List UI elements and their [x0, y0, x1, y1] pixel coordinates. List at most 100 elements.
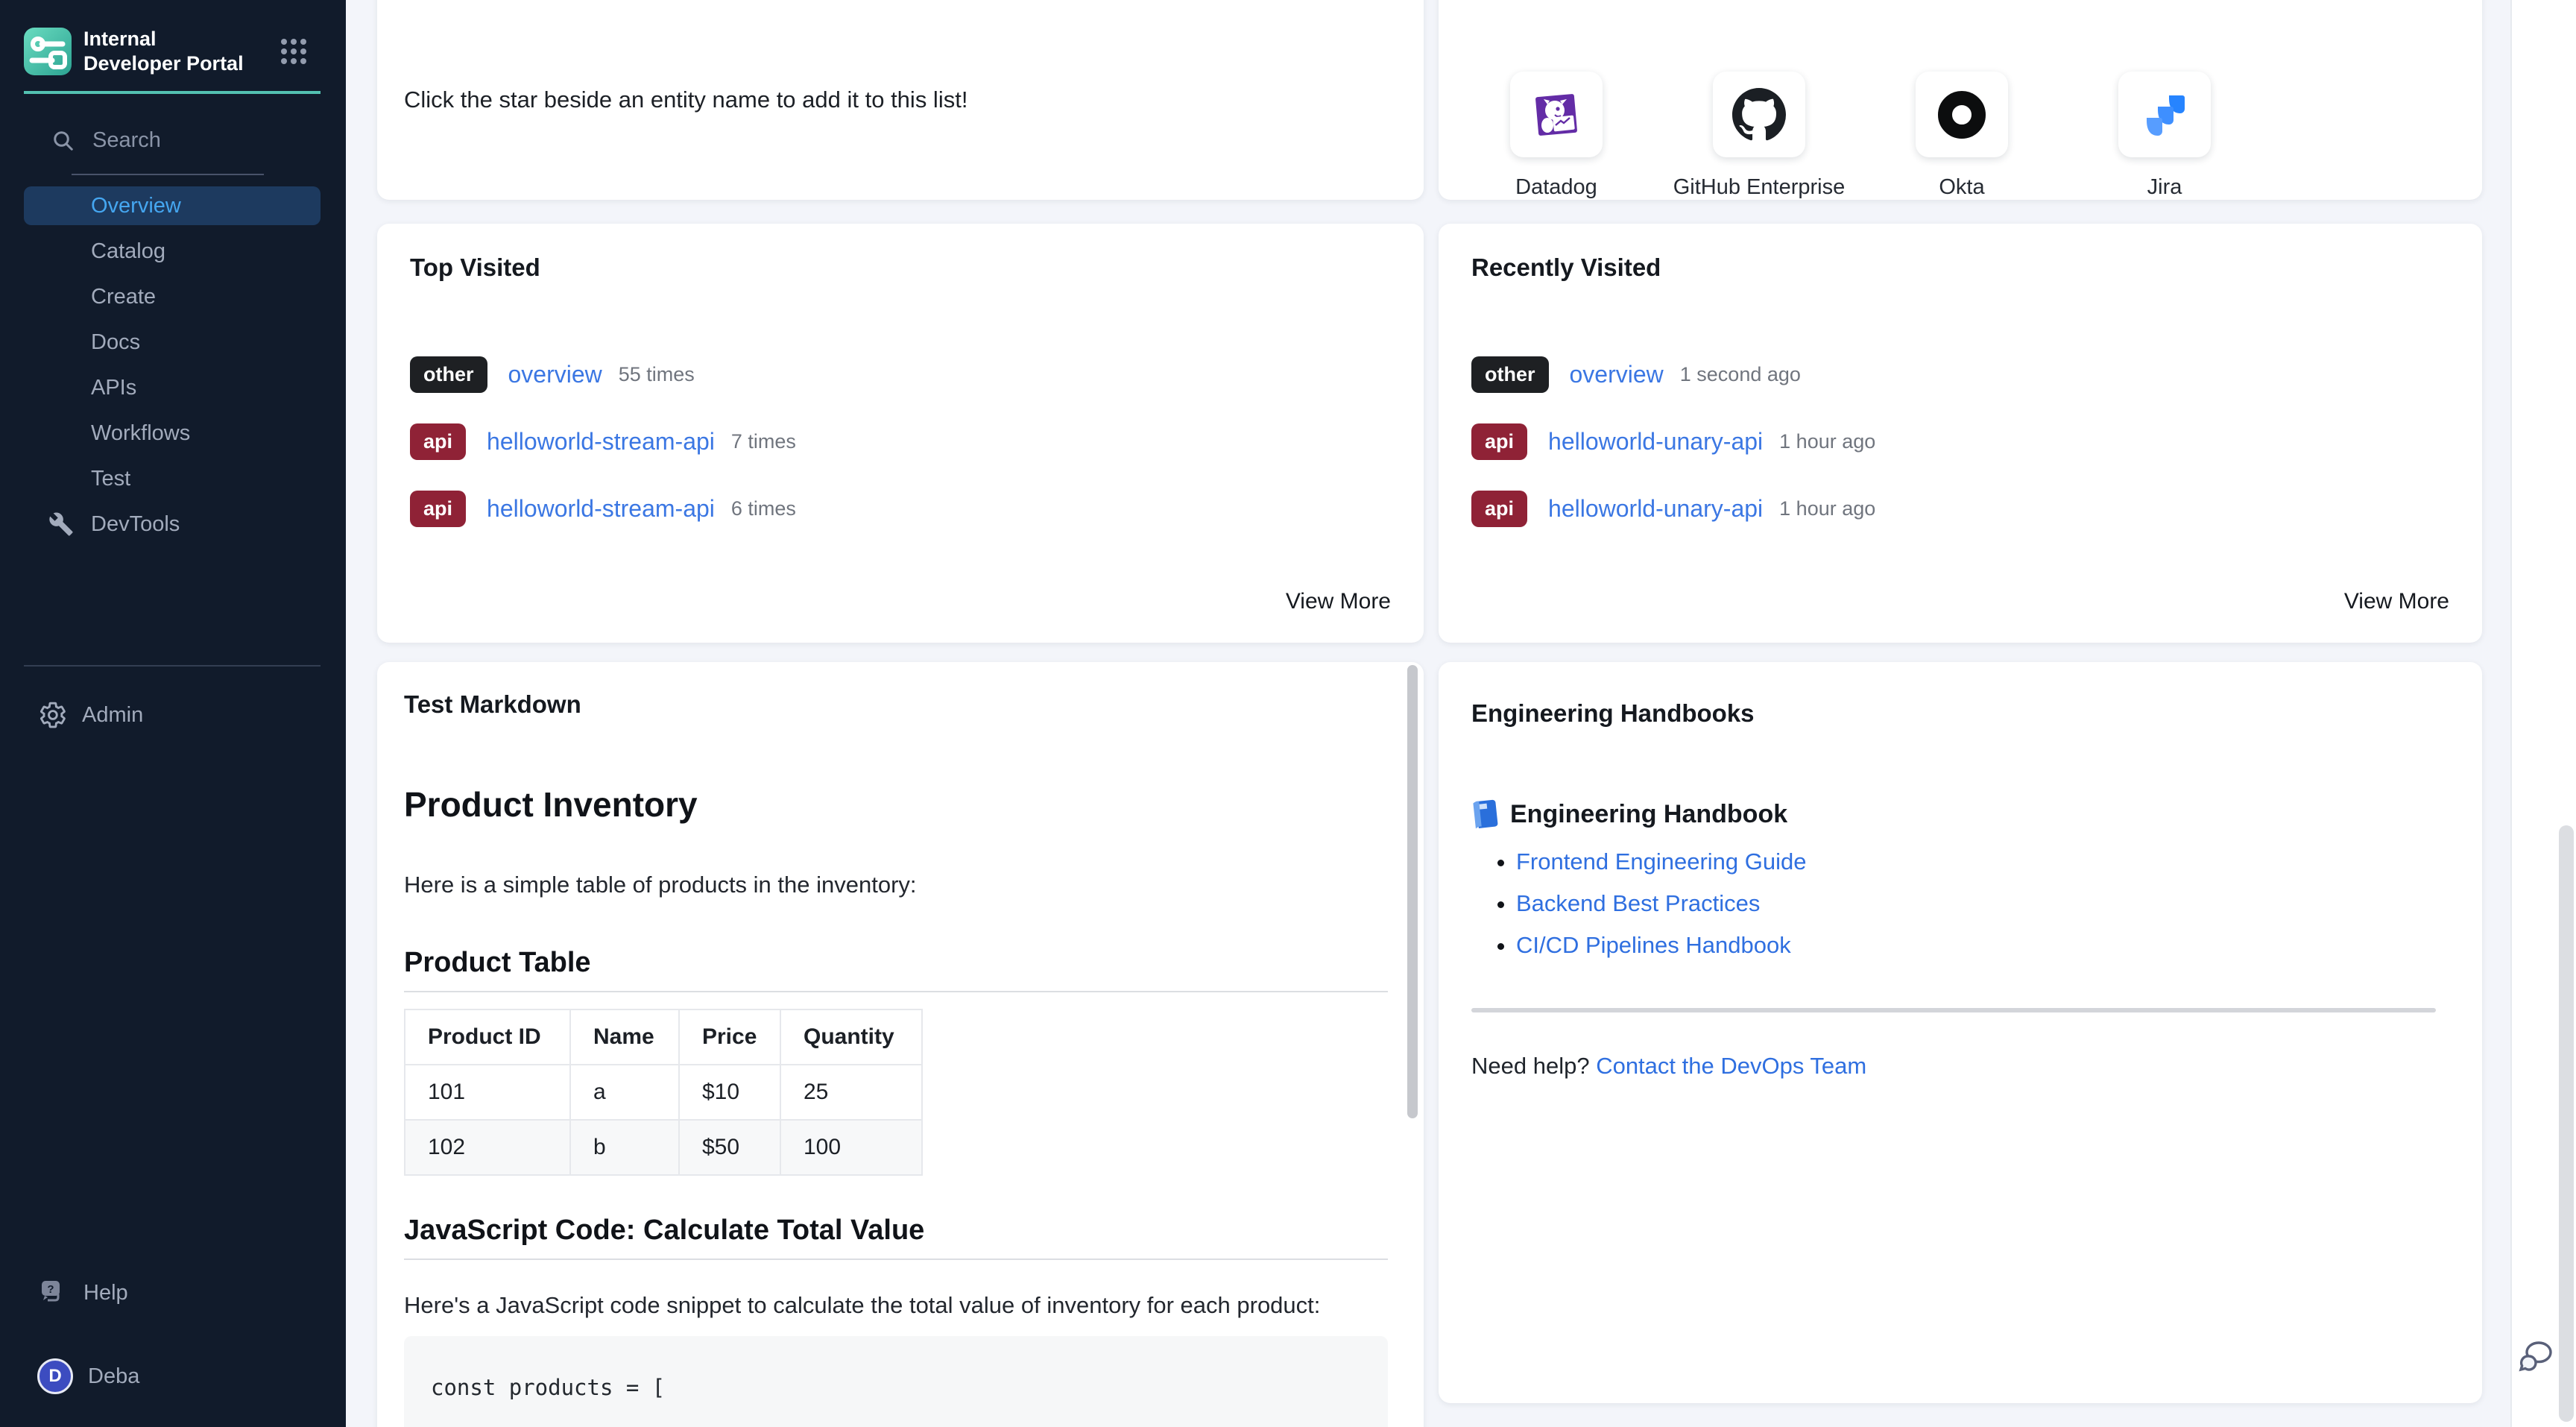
sidebar-item-label: DevTools: [91, 512, 180, 537]
view-more-link[interactable]: View More: [1286, 589, 1391, 614]
sidebar-nav: Overview Catalog Create Docs APIs Workfl…: [24, 186, 321, 544]
page-scrollbar-thumb[interactable]: [2559, 825, 2574, 1422]
entity-link[interactable]: helloworld-unary-api: [1548, 495, 1763, 523]
entity-link[interactable]: overview: [1570, 361, 1664, 388]
sidebar-item-label: Catalog: [91, 239, 165, 264]
integration-tile: [1713, 72, 1805, 157]
app-title: Internal Developer Portal: [83, 27, 255, 76]
main-content: Click the star beside an entity name to …: [346, 0, 2576, 1427]
okta-icon: [1938, 91, 1986, 139]
app-logo[interactable]: [24, 28, 72, 75]
entity-link[interactable]: overview: [508, 361, 602, 388]
recently-visited-rows: other overview 1 second ago api hellowor…: [1471, 355, 2449, 528]
jira-icon: [2136, 86, 2193, 143]
table-header-cell: Name: [570, 1009, 679, 1065]
list-item: Frontend Engineering Guide: [1516, 848, 2436, 890]
integration-github-enterprise[interactable]: GitHub Enterprise: [1713, 72, 1805, 200]
visited-row: api helloworld-stream-api 6 times: [410, 489, 1391, 528]
nav-icon-slot: [48, 238, 75, 265]
visit-count: 7 times: [731, 430, 796, 453]
table-header-row: Product ID Name Price Quantity: [405, 1009, 922, 1065]
integration-tile: [1916, 72, 2008, 157]
view-more-link[interactable]: View More: [2344, 589, 2449, 614]
help-label: Help: [83, 1281, 128, 1305]
user-name: Deba: [88, 1364, 139, 1389]
engineering-handbooks-card: Engineering Handbooks Engineering Handbo…: [1439, 662, 2482, 1403]
handbook-link[interactable]: CI/CD Pipelines Handbook: [1516, 932, 1791, 958]
entity-link[interactable]: helloworld-stream-api: [487, 428, 715, 456]
integration-datadog[interactable]: Datadog: [1510, 72, 1603, 200]
sidebar-item-apis[interactable]: APIs: [24, 368, 321, 407]
sidebar-search[interactable]: Search: [52, 128, 161, 153]
visited-row: other overview 55 times: [410, 355, 1391, 394]
sidebar-item-label: Overview: [91, 194, 181, 218]
handbook-link[interactable]: Frontend Engineering Guide: [1516, 848, 1806, 875]
page-scrollbar-track[interactable]: [2510, 0, 2576, 1427]
visit-count: 6 times: [731, 497, 796, 520]
sidebar-item-docs[interactable]: Docs: [24, 323, 321, 362]
sidebar-item-help[interactable]: ? Help: [39, 1278, 128, 1308]
integration-tile: [2118, 72, 2211, 157]
starred-entities-message: Click the star beside an entity name to …: [404, 86, 1397, 113]
markdown-h2-js-code: JavaScript Code: Calculate Total Value: [404, 1215, 1394, 1247]
avatar-initial: D: [48, 1366, 61, 1387]
markdown-h2-product-table: Product Table: [404, 947, 1394, 979]
handbook-section-label: Engineering Handbook: [1510, 800, 1787, 829]
admin-label: Admin: [82, 703, 143, 728]
sidebar-item-admin[interactable]: Admin: [39, 701, 143, 729]
help-prefix: Need help?: [1471, 1053, 1596, 1079]
handbook-divider: [1471, 1008, 2436, 1012]
sidebar-item-label: APIs: [91, 376, 136, 400]
card-scrollbar[interactable]: [1407, 665, 1418, 1118]
visited-row: api helloworld-stream-api 7 times: [410, 422, 1391, 461]
top-visited-rows: other overview 55 times api helloworld-s…: [410, 355, 1391, 528]
sidebar-item-test[interactable]: Test: [24, 459, 321, 498]
help-text: Need help? Contact the DevOps Team: [1471, 1053, 2436, 1080]
nav-icon-slot: [48, 329, 75, 356]
markdown-divider: [404, 1259, 1388, 1260]
table-cell: 102: [405, 1120, 570, 1175]
code-snippet: const products = [: [431, 1375, 665, 1400]
integration-label: Datadog: [1515, 175, 1597, 200]
visit-time: 1 hour ago: [1779, 430, 1875, 453]
search-icon: [52, 130, 75, 152]
sidebar-item-label: Create: [91, 285, 156, 309]
markdown-divider: [404, 991, 1388, 992]
table-row: 101 a $10 25: [405, 1065, 922, 1120]
card-title: Recently Visited: [1471, 253, 2449, 282]
integration-jira[interactable]: Jira: [2118, 72, 2211, 200]
integrations-card: Datadog GitHub Enterprise Okta: [1439, 0, 2482, 200]
sidebar-item-devtools[interactable]: DevTools: [24, 505, 321, 544]
sidebar-item-workflows[interactable]: Workflows: [24, 414, 321, 453]
sidebar-item-create[interactable]: Create: [24, 277, 321, 316]
search-input[interactable]: Search: [92, 128, 161, 153]
kind-badge: api: [410, 491, 466, 527]
integration-okta[interactable]: Okta: [1916, 72, 2008, 200]
table-cell: $10: [679, 1065, 780, 1120]
card-title: Top Visited: [410, 253, 1391, 282]
sidebar: Internal Developer Portal Search Overvie…: [0, 0, 346, 1427]
visited-row: other overview 1 second ago: [1471, 355, 2449, 394]
entity-link[interactable]: helloworld-unary-api: [1548, 428, 1763, 456]
handbook-link[interactable]: Backend Best Practices: [1516, 890, 1760, 916]
apps-grid-icon[interactable]: [280, 38, 307, 65]
user-menu[interactable]: D Deba: [37, 1358, 139, 1394]
table-header-cell: Product ID: [405, 1009, 570, 1065]
sidebar-item-catalog[interactable]: Catalog: [24, 232, 321, 271]
list-item: Backend Best Practices: [1516, 890, 2436, 932]
kind-badge: api: [410, 423, 466, 460]
table-cell: b: [570, 1120, 679, 1175]
kind-badge: other: [1471, 356, 1549, 393]
chat-support-button[interactable]: [2516, 1337, 2555, 1379]
integration-label: Jira: [2147, 175, 2182, 200]
markdown-intro: Here is a simple table of products in th…: [404, 862, 1394, 908]
gear-icon: [39, 701, 67, 729]
recently-visited-card: Recently Visited other overview 1 second…: [1439, 224, 2482, 643]
contact-devops-link[interactable]: Contact the DevOps Team: [1596, 1053, 1866, 1079]
nav-icon-slot: [48, 465, 75, 492]
card-title: Test Markdown: [404, 690, 1394, 719]
blue-book-icon: [1470, 798, 1500, 831]
entity-link[interactable]: helloworld-stream-api: [487, 495, 715, 523]
sidebar-item-overview[interactable]: Overview: [24, 186, 321, 225]
list-item: CI/CD Pipelines Handbook: [1516, 932, 2436, 974]
